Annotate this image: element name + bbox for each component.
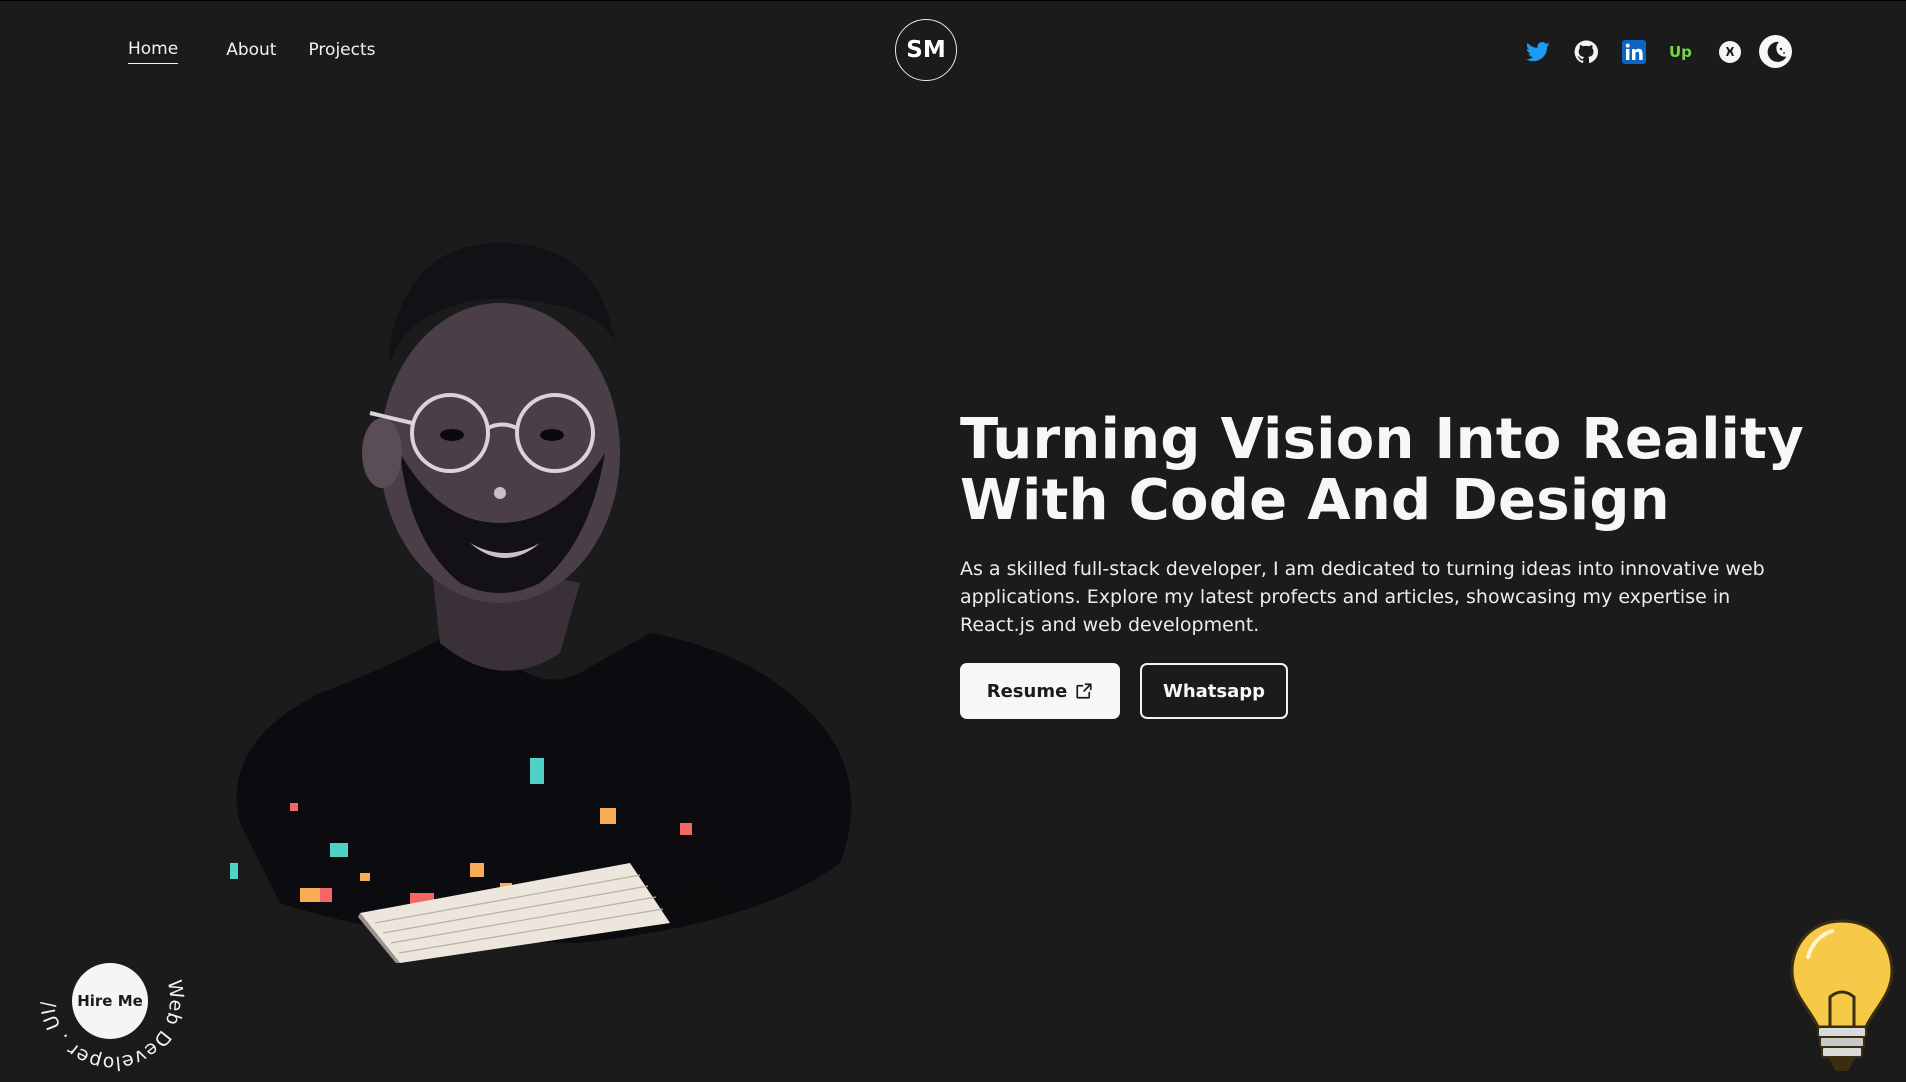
linkedin-icon[interactable]	[1621, 39, 1647, 65]
theme-toggle[interactable]	[1759, 35, 1792, 68]
nav-link-projects[interactable]: Projects	[308, 40, 375, 64]
site-logo[interactable]: SM	[895, 19, 957, 81]
resume-button[interactable]: Resume	[960, 663, 1120, 719]
hire-me-badge: Web Developer . UI/UX Designer . Hire Me	[36, 923, 188, 1075]
nav-link-about[interactable]: About	[226, 40, 276, 64]
hero-headline: Turning Vision Into Reality With Code An…	[960, 407, 1805, 533]
main-nav: Home About Projects	[128, 39, 376, 64]
hero-actions: Resume Whatsapp	[960, 663, 1820, 719]
external-link-icon	[1076, 683, 1092, 699]
whatsapp-button[interactable]: Whatsapp	[1140, 663, 1288, 719]
hire-me-button[interactable]: Hire Me	[72, 963, 148, 1039]
moon-icon	[1767, 41, 1786, 62]
resume-label: Resume	[986, 680, 1068, 702]
nav-link-home[interactable]: Home	[128, 39, 179, 64]
lightbulb-icon	[1790, 919, 1894, 1071]
page: Home About Projects SM Up Turning Vision…	[0, 0, 1906, 1082]
hero-section: Turning Vision Into Reality With Code An…	[960, 409, 1820, 719]
upwork-icon[interactable]: Up	[1669, 39, 1695, 65]
social-links: Up	[1503, 35, 1792, 68]
svg-text:Up: Up	[1669, 43, 1692, 61]
fiverr-icon[interactable]	[1717, 39, 1743, 65]
github-icon[interactable]	[1573, 39, 1599, 65]
hero-intro: As a skilled full-stack developer, I am …	[960, 558, 1765, 636]
developer-portrait-illustration	[230, 243, 852, 963]
twitter-icon[interactable]	[1525, 39, 1551, 65]
